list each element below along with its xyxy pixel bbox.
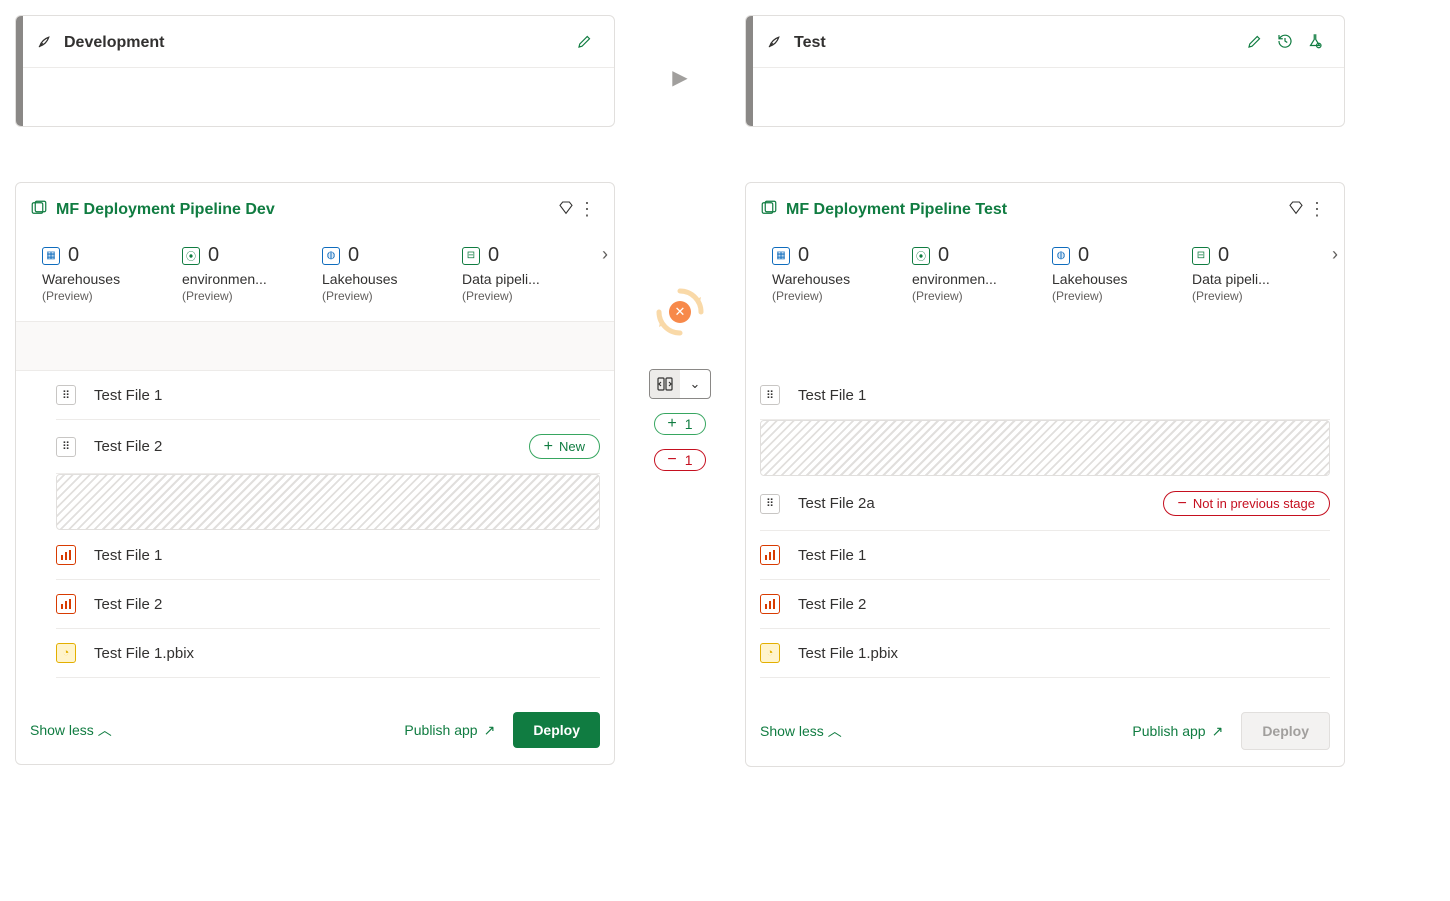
list-item[interactable]: ⠿ Test File 2a −Not in previous stage [760,477,1330,531]
edit-icon[interactable] [1242,28,1268,57]
list-item[interactable]: ◔ Test File 1.pbix [56,629,600,678]
report-icon [56,594,76,614]
dataset-icon: ⠿ [56,437,76,457]
publish-app-link[interactable]: Publish app ↗ [1132,723,1223,740]
list-item[interactable]: ⠿ Test File 1 [760,371,1330,420]
list-item[interactable]: ⠿ Test File 1 [56,371,600,420]
artifact-stats-row: ▦0 Warehouses (Preview) ⦿0 environmen...… [746,226,1344,321]
chevron-down-icon[interactable]: ⌄ [680,370,710,398]
removed-count-badge: −1 [654,449,705,471]
chevron-up-icon: ︿ [98,722,112,738]
report-icon [760,594,780,614]
external-link-icon: ↗ [484,722,496,739]
report-icon [760,545,780,565]
edit-icon[interactable] [572,28,598,57]
compare-side-by-side-icon[interactable] [650,370,680,398]
stage-title: Test [794,34,1238,52]
show-less-toggle[interactable]: Show less ︿ [760,721,842,741]
list-item[interactable]: Test File 1 [760,531,1330,580]
report-icon [56,545,76,565]
history-icon[interactable] [1272,28,1298,57]
dataset-icon: ⠿ [760,385,780,405]
chevron-right-icon[interactable]: › [1332,244,1338,265]
workspace-icon [30,199,48,220]
workspace-card-test: MF Deployment Pipeline Test ⋮ ▦0 Warehou… [745,182,1345,767]
premium-diamond-icon [1288,200,1304,219]
list-item[interactable]: Test File 2 [760,580,1330,629]
show-less-toggle[interactable]: Show less ︿ [30,720,112,740]
workspace-card-dev: MF Deployment Pipeline Dev ⋮ ▦0 Warehous… [15,182,615,765]
dataset-icon: ⠿ [56,385,76,405]
workspace-title[interactable]: MF Deployment Pipeline Test [786,201,1282,219]
dashboard-icon: ◔ [56,643,76,663]
rules-icon[interactable] [1302,28,1328,57]
dashboard-icon: ◔ [760,643,780,663]
group-divider [746,321,1344,371]
deploy-button[interactable]: Deploy [513,712,600,748]
stat-environments[interactable]: ⦿0 environmen... (Preview) [900,244,1040,303]
workspace-icon [760,199,778,220]
publish-app-link[interactable]: Publish app ↗ [404,722,495,739]
list-item[interactable]: ⠿ Test File 2 +New [56,420,600,474]
external-link-icon: ↗ [1212,723,1224,740]
rocket-icon [36,32,54,53]
deploy-button: Deploy [1241,712,1330,750]
stat-data-pipelines[interactable]: ⊟0 Data pipeli... (Preview) [1180,244,1320,303]
stat-lakehouses[interactable]: ◍0 Lakehouses (Preview) [1040,244,1180,303]
stage-header-test: Test [745,15,1345,127]
stat-warehouses[interactable]: ▦0 Warehouses (Preview) [30,244,170,303]
stat-lakehouses[interactable]: ◍0 Lakehouses (Preview) [310,244,450,303]
workspace-title[interactable]: MF Deployment Pipeline Dev [56,201,552,219]
list-item[interactable]: Test File 2 [56,580,600,629]
chevron-right-icon[interactable]: › [602,244,608,265]
list-item[interactable]: Test File 1 [56,531,600,580]
added-count-badge: +1 [654,413,705,435]
list-item[interactable]: ◔ Test File 1.pbix [760,629,1330,678]
dataset-icon: ⠿ [760,494,780,514]
new-badge: +New [529,434,600,459]
stat-warehouses[interactable]: ▦0 Warehouses (Preview) [760,244,900,303]
premium-diamond-icon [558,200,574,219]
stage-forward-arrow-icon[interactable]: ▶ [672,65,687,90]
more-options-icon[interactable]: ⋮ [574,199,600,220]
stage-header-development: Development [15,15,615,127]
rocket-icon [766,32,784,53]
empty-slot [760,420,1330,476]
stat-data-pipelines[interactable]: ⊟0 Data pipeli... (Preview) [450,244,590,303]
stage-accent-bar [746,16,753,126]
stat-environments[interactable]: ⦿0 environmen... (Preview) [170,244,310,303]
more-options-icon[interactable]: ⋮ [1304,199,1330,220]
stage-title: Development [64,34,568,52]
sync-status-icon: ✕ [653,285,707,339]
compare-view-toggle[interactable]: ⌄ [649,369,711,399]
stage-accent-bar [16,16,23,126]
artifact-stats-row: ▦0 Warehouses (Preview) ⦿0 environmen...… [16,226,614,321]
sync-error-icon: ✕ [669,301,691,323]
empty-slot [56,474,600,530]
not-in-previous-badge: −Not in previous stage [1163,491,1330,516]
group-divider [16,321,614,371]
chevron-up-icon: ︿ [828,723,842,739]
